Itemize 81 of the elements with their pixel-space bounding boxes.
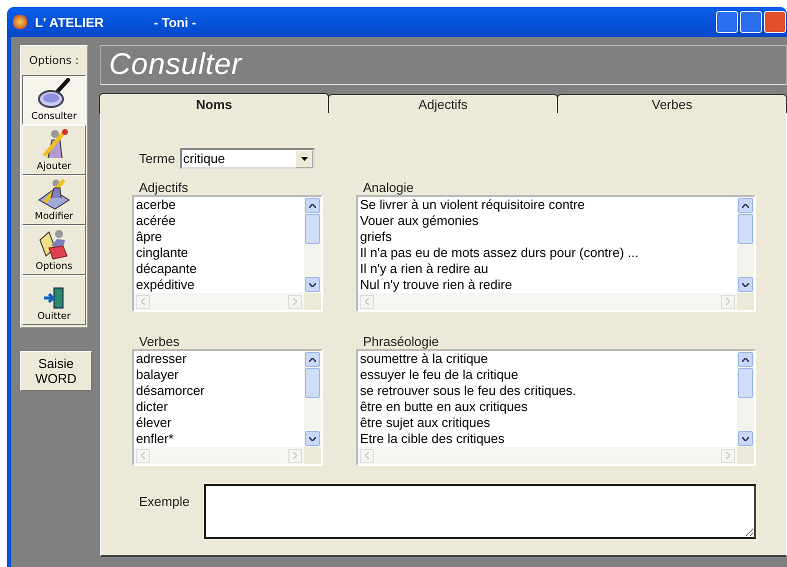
scrollbar-corner bbox=[304, 293, 321, 310]
list-item[interactable]: Etre la cible des critiques bbox=[358, 431, 737, 447]
scroll-up-icon bbox=[309, 204, 316, 208]
scrollbar-corner bbox=[737, 447, 754, 464]
list-item[interactable]: désamorcer bbox=[134, 383, 304, 399]
list-item[interactable]: dicter bbox=[134, 399, 304, 415]
page-title: Consulter bbox=[109, 48, 242, 82]
list-item[interactable]: soumettre à la critique bbox=[358, 351, 737, 367]
list-label: Verbes bbox=[139, 334, 180, 349]
pencil-paper-icon bbox=[37, 178, 71, 210]
scroll-left-icon bbox=[141, 298, 145, 305]
window-title: L' ATELIER bbox=[35, 14, 104, 30]
list-item[interactable]: Vouer aux gémonies bbox=[358, 213, 737, 229]
scroll-down-icon bbox=[309, 282, 316, 286]
tab[interactable]: Noms bbox=[99, 93, 329, 114]
vertical-scrollbar[interactable] bbox=[304, 351, 321, 447]
close-button[interactable] bbox=[764, 11, 786, 33]
scrollbar-corner bbox=[304, 447, 321, 464]
scrollbar-corner bbox=[737, 293, 754, 310]
vertical-scrollbar[interactable] bbox=[737, 351, 754, 447]
scroll-up-icon bbox=[742, 358, 749, 362]
list-item[interactable]: être sujet aux critiques bbox=[358, 415, 737, 431]
list-item[interactable]: Nul n'y trouve rien à redire bbox=[358, 277, 737, 293]
app-icon bbox=[13, 15, 27, 29]
magnifier-icon bbox=[37, 78, 71, 110]
scroll-down-icon bbox=[309, 436, 316, 440]
tab[interactable]: Adjectifs bbox=[328, 94, 558, 113]
list-item[interactable]: expéditive bbox=[134, 277, 304, 293]
list-item[interactable]: élever bbox=[134, 415, 304, 431]
scroll-down-icon bbox=[742, 282, 749, 286]
scroll-up-icon bbox=[742, 204, 749, 208]
list-item[interactable]: balayer bbox=[134, 367, 304, 383]
list-item[interactable]: adresser bbox=[134, 351, 304, 367]
list-item[interactable]: griefs bbox=[358, 229, 737, 245]
sidebar-button[interactable]: Options bbox=[22, 225, 86, 275]
example-field[interactable] bbox=[204, 484, 756, 539]
scroll-left-icon bbox=[365, 452, 369, 459]
tab[interactable]: Verbes bbox=[557, 94, 787, 113]
list-item[interactable]: Se livrer à un violent réquisitoire contre bbox=[358, 197, 737, 213]
list-item[interactable]: Il n'a pas eu de mots assez durs pour (contre) ... bbox=[358, 245, 737, 261]
example-label: Exemple bbox=[139, 494, 190, 511]
sidebar-button[interactable]: Ajouter bbox=[22, 125, 86, 175]
scroll-right-icon bbox=[726, 298, 730, 305]
list-item[interactable]: décapante bbox=[134, 261, 304, 277]
sidebar-button[interactable]: Modifier bbox=[22, 175, 86, 225]
window-subtitle: - Toni - bbox=[154, 14, 196, 30]
term-label: Terme bbox=[139, 151, 176, 166]
vertical-scrollbar[interactable] bbox=[304, 197, 321, 293]
scroll-right-icon bbox=[726, 452, 730, 459]
list-item[interactable]: essuyer le feu de la critique bbox=[358, 367, 737, 383]
scroll-right-icon bbox=[293, 452, 297, 459]
exit-door-icon bbox=[42, 286, 66, 310]
scroll-left-icon bbox=[141, 452, 145, 459]
list-item[interactable]: Il n'y a rien à redire au bbox=[358, 261, 737, 277]
list-label: Adjectifs bbox=[139, 180, 190, 195]
list-item[interactable]: acérée bbox=[134, 213, 304, 229]
maximize-button[interactable] bbox=[740, 11, 762, 33]
horizontal-scrollbar[interactable] bbox=[358, 447, 737, 464]
scroll-down-icon bbox=[742, 436, 749, 440]
list-item[interactable]: âpre bbox=[134, 229, 304, 245]
minimize-button[interactable] bbox=[716, 11, 738, 33]
scroll-left-icon bbox=[365, 298, 369, 305]
list-label: Phraséologie bbox=[363, 334, 440, 349]
sidebar-button[interactable]: Consulter bbox=[22, 75, 86, 125]
term-dropdown[interactable]: critique bbox=[180, 148, 316, 169]
list-item[interactable]: cinglante bbox=[134, 245, 304, 261]
sidebar-button[interactable]: Ouitter bbox=[22, 275, 86, 325]
list-item[interactable]: se retrouver sous le feu des critiques. bbox=[358, 383, 737, 399]
scroll-up-icon bbox=[309, 358, 316, 362]
list-item[interactable]: être en butte en aux critiques bbox=[358, 399, 737, 415]
list-label: Analogie bbox=[363, 180, 415, 195]
scroll-right-icon bbox=[293, 298, 297, 305]
vertical-scrollbar[interactable] bbox=[737, 197, 754, 293]
saisie-word-button[interactable]: Saisie WORD bbox=[20, 351, 92, 391]
horizontal-scrollbar[interactable] bbox=[358, 293, 737, 310]
list-item[interactable]: enfler* bbox=[134, 431, 304, 447]
options-label: Options : bbox=[28, 53, 80, 69]
horizontal-scrollbar[interactable] bbox=[134, 293, 304, 310]
horizontal-scrollbar[interactable] bbox=[134, 447, 304, 464]
dropdown-arrow-icon bbox=[300, 156, 308, 160]
list-item[interactable]: acerbe bbox=[134, 197, 304, 213]
